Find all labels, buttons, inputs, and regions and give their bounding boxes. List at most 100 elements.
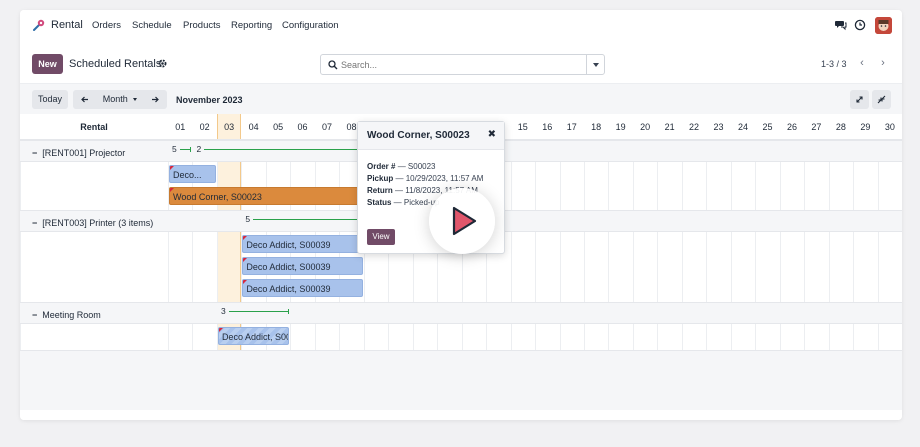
day-header: 18 bbox=[591, 122, 602, 132]
day-header: 03 bbox=[224, 122, 235, 132]
rental-pill-label: Wood Corner, S00023 bbox=[173, 192, 262, 202]
menu-orders[interactable]: Orders bbox=[92, 20, 121, 31]
avatar-face-icon bbox=[875, 17, 892, 34]
menu-schedule[interactable]: Schedule bbox=[132, 20, 172, 31]
rental-app-icon[interactable] bbox=[32, 18, 46, 32]
popover-title: Wood Corner, S00023 bbox=[367, 130, 470, 141]
next-period-button[interactable] bbox=[143, 90, 167, 109]
group-label[interactable]: − [RENT001] Projector bbox=[32, 148, 125, 158]
breadcrumb-title: Scheduled Rentals bbox=[69, 58, 162, 70]
group-total-count: 5 bbox=[172, 144, 177, 154]
pickup-value: 10/29/2023, 11:57 AM bbox=[405, 174, 484, 183]
chat-icon[interactable] bbox=[835, 19, 847, 31]
rental-pill[interactable]: Deco... bbox=[169, 165, 216, 183]
day-header: 19 bbox=[615, 122, 626, 132]
search-options-toggle[interactable] bbox=[586, 55, 604, 74]
group-total-count: 3 bbox=[220, 306, 226, 316]
scale-dropdown[interactable]: Month bbox=[97, 90, 143, 109]
video-play-button[interactable] bbox=[429, 188, 495, 254]
previous-period-button[interactable] bbox=[73, 90, 97, 109]
day-header: 25 bbox=[762, 122, 773, 132]
day-header: 20 bbox=[640, 122, 651, 132]
top-navbar: Rental Orders Schedule Products Reportin… bbox=[20, 10, 902, 42]
group-label[interactable]: − [RENT003] Printer (3 items) bbox=[32, 218, 153, 228]
collapse-group-icon[interactable]: − bbox=[32, 310, 37, 320]
control-panel: New Scheduled Rentals 1-3 / 3 ‹ › bbox=[20, 42, 902, 84]
view-button[interactable]: View bbox=[367, 229, 395, 245]
day-header: 30 bbox=[884, 122, 895, 132]
menu-reporting[interactable]: Reporting bbox=[231, 20, 272, 31]
caret-down-icon bbox=[133, 98, 138, 102]
day-header: 02 bbox=[199, 122, 210, 132]
day-header: 28 bbox=[835, 122, 846, 132]
group-label[interactable]: − Meeting Room bbox=[32, 310, 101, 320]
group-total-count: 5 bbox=[245, 214, 251, 224]
app-window: Rental Orders Schedule Products Reportin… bbox=[20, 10, 902, 420]
arrow-left-icon bbox=[81, 96, 88, 103]
day-header: 07 bbox=[322, 122, 333, 132]
rental-pill-label: Deco Addict, S00039 bbox=[246, 240, 331, 250]
rental-pill[interactable]: Deco Addict, S00039 bbox=[242, 257, 363, 275]
collapse-icon bbox=[877, 95, 886, 104]
new-button[interactable]: New bbox=[32, 54, 63, 74]
rental-pill[interactable]: Deco Addict, S00039 bbox=[242, 235, 363, 253]
group-total-line bbox=[253, 217, 364, 222]
day-header: 15 bbox=[517, 122, 528, 132]
menu-configuration[interactable]: Configuration bbox=[282, 20, 339, 31]
today-button[interactable]: Today bbox=[32, 90, 68, 109]
close-icon[interactable]: ✖ bbox=[488, 129, 496, 140]
return-label: Return bbox=[367, 186, 393, 195]
search-input[interactable] bbox=[341, 58, 581, 72]
pager-value[interactable]: 1-3 / 3 bbox=[821, 59, 847, 69]
group-total-count: 2 bbox=[196, 144, 202, 154]
order-label: Order # bbox=[367, 162, 396, 171]
scale-label: Month bbox=[102, 94, 128, 104]
app-name[interactable]: Rental bbox=[51, 19, 83, 31]
rental-column-label: Rental bbox=[80, 122, 108, 132]
group-total-line bbox=[180, 147, 193, 152]
pager-previous-button[interactable]: ‹ bbox=[854, 55, 870, 71]
gantt-toolbar: Today Month November 2023 bbox=[20, 84, 902, 114]
pager-next-button[interactable]: › bbox=[875, 55, 891, 71]
rental-pill-label: Deco... bbox=[173, 170, 202, 180]
collapse-group-icon[interactable]: − bbox=[32, 148, 37, 158]
gear-icon[interactable] bbox=[158, 59, 167, 68]
menu-products[interactable]: Products bbox=[183, 20, 221, 31]
group-name: [RENT001] Projector bbox=[42, 148, 126, 158]
popover-header: Wood Corner, S00023 ✖ bbox=[358, 122, 504, 150]
popover-pickup-line: Pickup — 10/29/2023, 11:57 AM bbox=[367, 174, 484, 183]
status-label: Status bbox=[367, 198, 392, 207]
period-switcher: Month bbox=[73, 90, 167, 109]
group-name: Meeting Room bbox=[42, 310, 101, 320]
group-total-line bbox=[228, 309, 290, 314]
play-icon bbox=[452, 206, 477, 236]
late-flag-icon bbox=[170, 188, 174, 192]
user-avatar[interactable] bbox=[875, 17, 892, 34]
expand-rows-button[interactable] bbox=[850, 90, 869, 109]
day-header: 01 bbox=[175, 122, 186, 132]
popover-order-line: Order # — S00023 bbox=[367, 162, 436, 171]
late-flag-icon bbox=[243, 280, 248, 284]
late-flag-icon bbox=[243, 236, 248, 240]
collapse-rows-button[interactable] bbox=[872, 90, 891, 109]
rental-pill[interactable]: Deco Addict, S00039 bbox=[242, 279, 363, 297]
day-header: 26 bbox=[786, 122, 797, 132]
late-flag-icon bbox=[243, 258, 248, 262]
day-header: 24 bbox=[737, 122, 748, 132]
arrow-right-icon bbox=[152, 96, 159, 103]
clock-icon[interactable] bbox=[854, 19, 866, 31]
rental-pill[interactable]: Wood Corner, S00023 bbox=[169, 187, 363, 205]
late-flag-icon bbox=[218, 328, 223, 332]
rental-pill[interactable]: Deco Addict, S00... bbox=[217, 327, 290, 345]
period-title: November 2023 bbox=[176, 95, 243, 105]
expand-icon bbox=[856, 96, 863, 103]
rental-pill-label: Deco Addict, S00039 bbox=[246, 262, 331, 272]
day-header: 17 bbox=[566, 122, 577, 132]
collapse-group-icon[interactable]: − bbox=[32, 218, 37, 228]
gantt-group-row[interactable]: − Meeting Room bbox=[20, 302, 902, 324]
day-header: 21 bbox=[664, 122, 675, 132]
day-header: 23 bbox=[713, 122, 724, 132]
search-bar[interactable] bbox=[320, 54, 605, 75]
late-flag-icon bbox=[170, 166, 174, 170]
rental-pill-label: Deco Addict, S00039 bbox=[246, 284, 331, 294]
